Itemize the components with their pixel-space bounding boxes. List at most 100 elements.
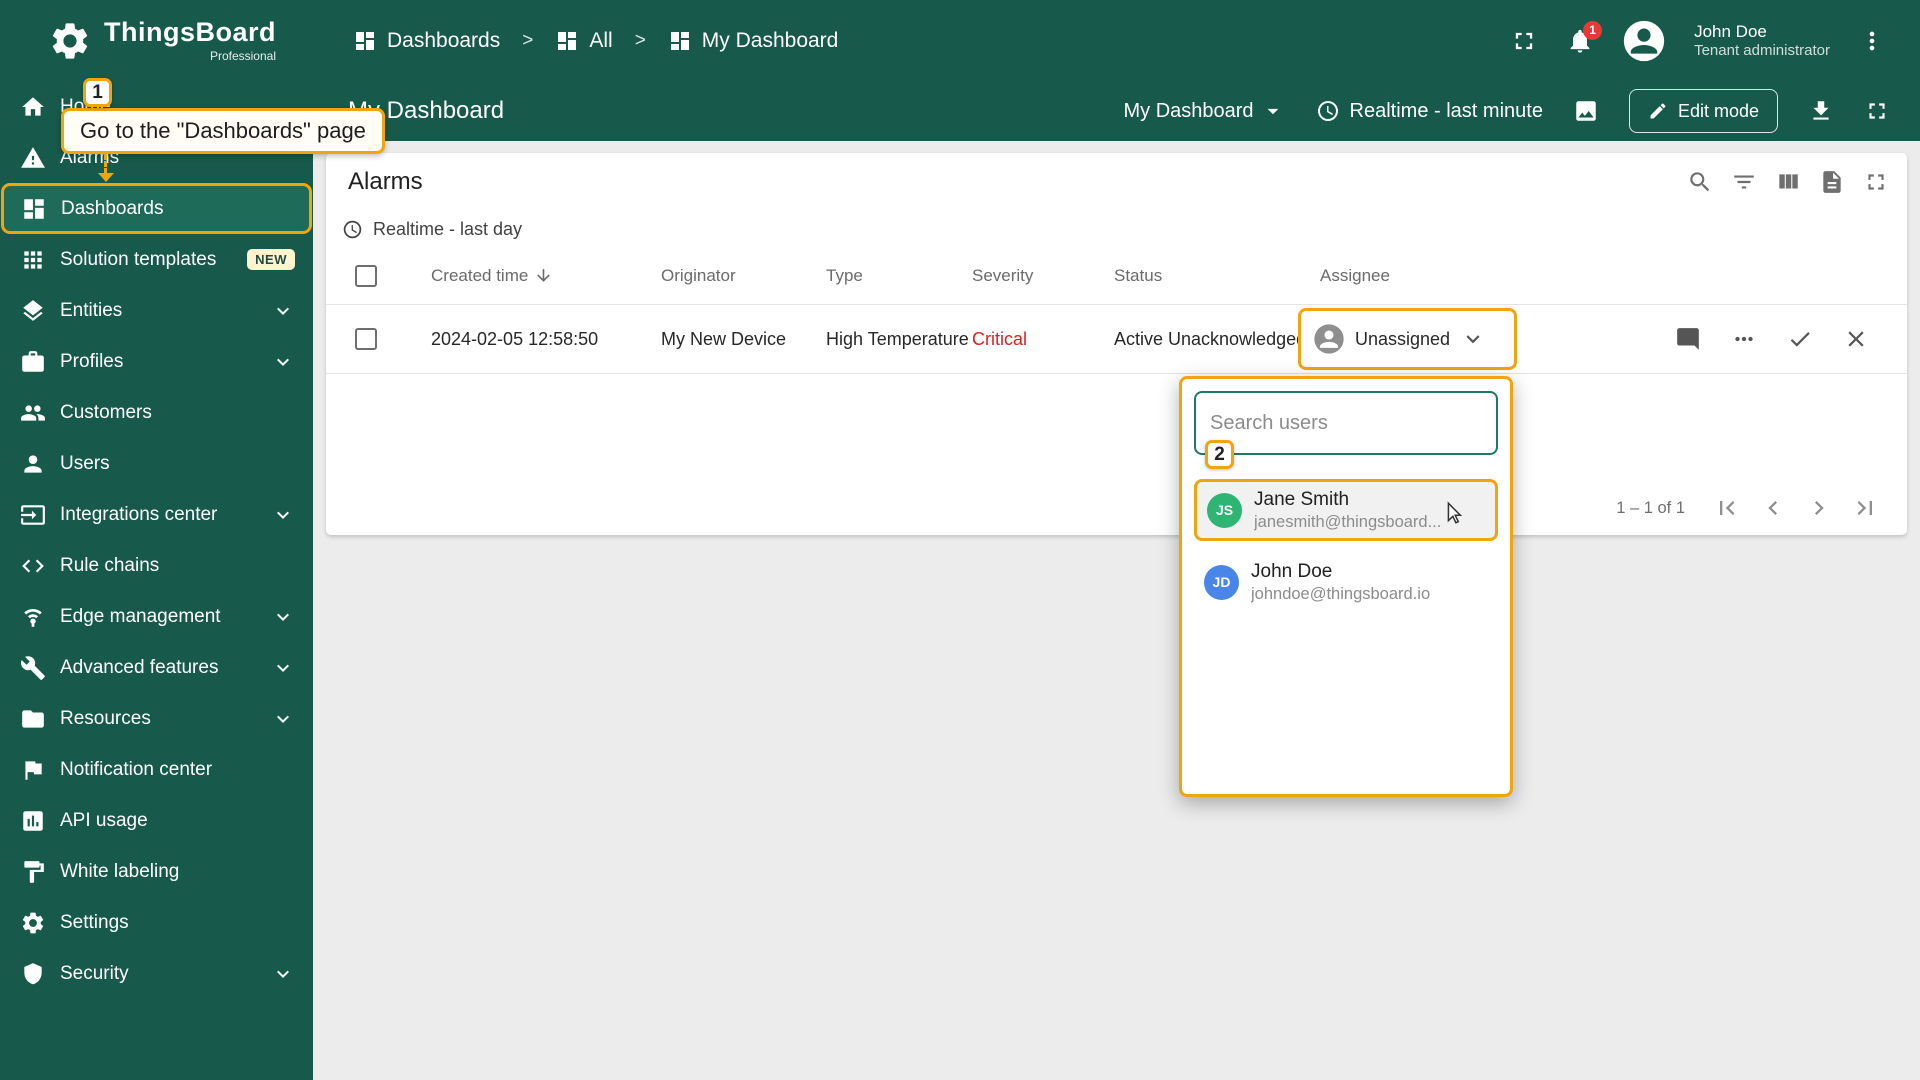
sidebar-item-resources[interactable]: Resources bbox=[0, 693, 313, 744]
alarm-originator: My New Device bbox=[661, 329, 826, 350]
fullscreen-dashboard-icon[interactable] bbox=[1864, 98, 1890, 124]
sidebar-item-white-labeling[interactable]: White labeling bbox=[0, 846, 313, 897]
user-option-jane-smith[interactable]: JS Jane Smith janesmith@thingsboard... bbox=[1194, 479, 1498, 541]
edit-mode-button[interactable]: Edit mode bbox=[1629, 89, 1778, 133]
column-severity[interactable]: Severity bbox=[972, 266, 1114, 286]
assignee-dropdown-trigger[interactable]: Unassigned bbox=[1298, 308, 1517, 370]
chart-icon bbox=[20, 808, 46, 834]
first-page-icon[interactable] bbox=[1713, 494, 1741, 522]
dashboard-toolbar: My Dashboard My Dashboard Realtime - las… bbox=[313, 81, 1920, 141]
user-option-john-doe[interactable]: JD John Doe johndoe@thingsboard.io bbox=[1194, 551, 1498, 613]
alarm-severity: Critical bbox=[972, 329, 1114, 350]
sidebar-item-advanced-features[interactable]: Advanced features bbox=[0, 642, 313, 693]
guide-step-2-badge: 2 bbox=[1205, 440, 1234, 469]
assignee-avatar-icon bbox=[1313, 323, 1345, 355]
search-users-input[interactable] bbox=[1210, 412, 1475, 435]
user-option-name: John Doe bbox=[1251, 560, 1430, 584]
chevron-down-icon bbox=[271, 962, 295, 986]
sidebar-item-integrations-center[interactable]: Integrations center bbox=[0, 489, 313, 540]
columns-icon[interactable] bbox=[1775, 169, 1801, 195]
alarm-comment-icon[interactable] bbox=[1675, 326, 1701, 352]
widget-fullscreen-icon[interactable] bbox=[1863, 169, 1889, 195]
assignee-dropdown-panel: JS Jane Smith janesmith@thingsboard... J… bbox=[1179, 376, 1513, 797]
sidebar-item-rule-chains[interactable]: Rule chains bbox=[0, 540, 313, 591]
integration-input-icon bbox=[20, 502, 46, 528]
sidebar-item-edge-management[interactable]: Edge management bbox=[0, 591, 313, 642]
shield-icon bbox=[20, 961, 46, 987]
row-checkbox[interactable] bbox=[355, 328, 377, 350]
pencil-icon bbox=[1648, 101, 1668, 121]
alarm-row[interactable]: 2024-02-05 12:58:50 My New Device High T… bbox=[326, 305, 1907, 374]
user-option-name: Jane Smith bbox=[1254, 488, 1441, 512]
alarm-clear-close-icon[interactable] bbox=[1843, 326, 1869, 352]
export-file-icon[interactable] bbox=[1819, 169, 1845, 195]
download-icon[interactable] bbox=[1808, 98, 1834, 124]
chevron-down-icon bbox=[271, 605, 295, 629]
sidebar-item-settings[interactable]: Settings bbox=[0, 897, 313, 948]
breadcrumb-dashboards[interactable]: Dashboards bbox=[353, 29, 500, 53]
fullscreen-icon[interactable] bbox=[1510, 27, 1538, 55]
dashboard-icon bbox=[21, 196, 47, 222]
format-paint-icon bbox=[20, 859, 46, 885]
dashboard-icon bbox=[668, 29, 692, 53]
column-assignee[interactable]: Assignee bbox=[1320, 266, 1663, 286]
wrench-icon bbox=[20, 655, 46, 681]
alarm-ack-check-icon[interactable] bbox=[1787, 326, 1813, 352]
widget-timewindow[interactable]: Realtime - last day bbox=[326, 211, 1907, 247]
alarm-more-icon[interactable] bbox=[1731, 326, 1757, 352]
apps-grid-icon bbox=[20, 247, 46, 273]
user-info: John Doe Tenant administrator bbox=[1694, 21, 1830, 61]
warning-icon bbox=[20, 145, 46, 171]
table-pagination: 1 – 1 of 1 bbox=[326, 481, 1907, 535]
code-brackets-icon bbox=[20, 553, 46, 579]
next-page-icon[interactable] bbox=[1805, 494, 1833, 522]
user-avatar-initials: JS bbox=[1207, 493, 1242, 528]
sidebar-item-users[interactable]: Users bbox=[0, 438, 313, 489]
last-page-icon[interactable] bbox=[1851, 494, 1879, 522]
sidebar-item-profiles[interactable]: Profiles bbox=[0, 336, 313, 387]
column-type[interactable]: Type bbox=[826, 266, 972, 286]
kebab-menu-icon[interactable] bbox=[1858, 27, 1886, 55]
chevron-down-icon bbox=[271, 707, 295, 731]
sidebar-item-security[interactable]: Security bbox=[0, 948, 313, 999]
guide-connector-line bbox=[104, 154, 107, 174]
thingsboard-logo[interactable]: ThingsBoard Professional bbox=[0, 19, 313, 63]
select-all-checkbox[interactable] bbox=[355, 265, 377, 287]
dashboard-image-icon[interactable] bbox=[1573, 98, 1599, 124]
timewindow-selector[interactable]: Realtime - last minute bbox=[1316, 99, 1543, 123]
sort-desc-icon bbox=[534, 266, 553, 285]
alarm-created-time: 2024-02-05 12:58:50 bbox=[431, 329, 661, 350]
breadcrumb: Dashboards > All > My Dashboard bbox=[353, 29, 838, 53]
column-created-time[interactable]: Created time bbox=[431, 266, 661, 286]
filter-icon[interactable] bbox=[1731, 169, 1757, 195]
user-option-email: janesmith@thingsboard... bbox=[1254, 512, 1441, 533]
sidebar-item-customers[interactable]: Customers bbox=[0, 387, 313, 438]
notification-count-badge: 1 bbox=[1583, 21, 1602, 40]
search-icon[interactable] bbox=[1687, 169, 1713, 195]
breadcrumb-label: My Dashboard bbox=[702, 29, 839, 53]
clock-icon bbox=[1316, 99, 1340, 123]
router-wifi-icon bbox=[20, 604, 46, 630]
sidebar-item-solution-templates[interactable]: Solution templates NEW bbox=[0, 234, 313, 285]
dashboard-icon bbox=[353, 29, 377, 53]
person-icon bbox=[20, 451, 46, 477]
user-avatar[interactable] bbox=[1622, 19, 1666, 63]
chevron-down-icon bbox=[271, 350, 295, 374]
guide-arrow-icon bbox=[98, 173, 114, 182]
layers-icon bbox=[20, 298, 46, 324]
sidebar-item-entities[interactable]: Entities bbox=[0, 285, 313, 336]
sidebar-item-api-usage[interactable]: API usage bbox=[0, 795, 313, 846]
user-search-box[interactable] bbox=[1194, 391, 1498, 455]
column-status[interactable]: Status bbox=[1114, 266, 1320, 286]
chevron-down-icon bbox=[271, 656, 295, 680]
dashboard-canvas: Alarms Realtime - last day Created time … bbox=[313, 141, 1920, 1080]
column-originator[interactable]: Originator bbox=[661, 266, 826, 286]
sidebar-item-dashboards[interactable]: Dashboards bbox=[1, 183, 312, 234]
gear-icon bbox=[20, 910, 46, 936]
breadcrumb-my-dashboard[interactable]: My Dashboard bbox=[668, 29, 839, 53]
breadcrumb-all[interactable]: All bbox=[555, 29, 612, 53]
sidebar-item-notification-center[interactable]: Notification center bbox=[0, 744, 313, 795]
dashboard-selector[interactable]: My Dashboard bbox=[1123, 98, 1285, 124]
clock-icon bbox=[342, 219, 363, 240]
prev-page-icon[interactable] bbox=[1759, 494, 1787, 522]
